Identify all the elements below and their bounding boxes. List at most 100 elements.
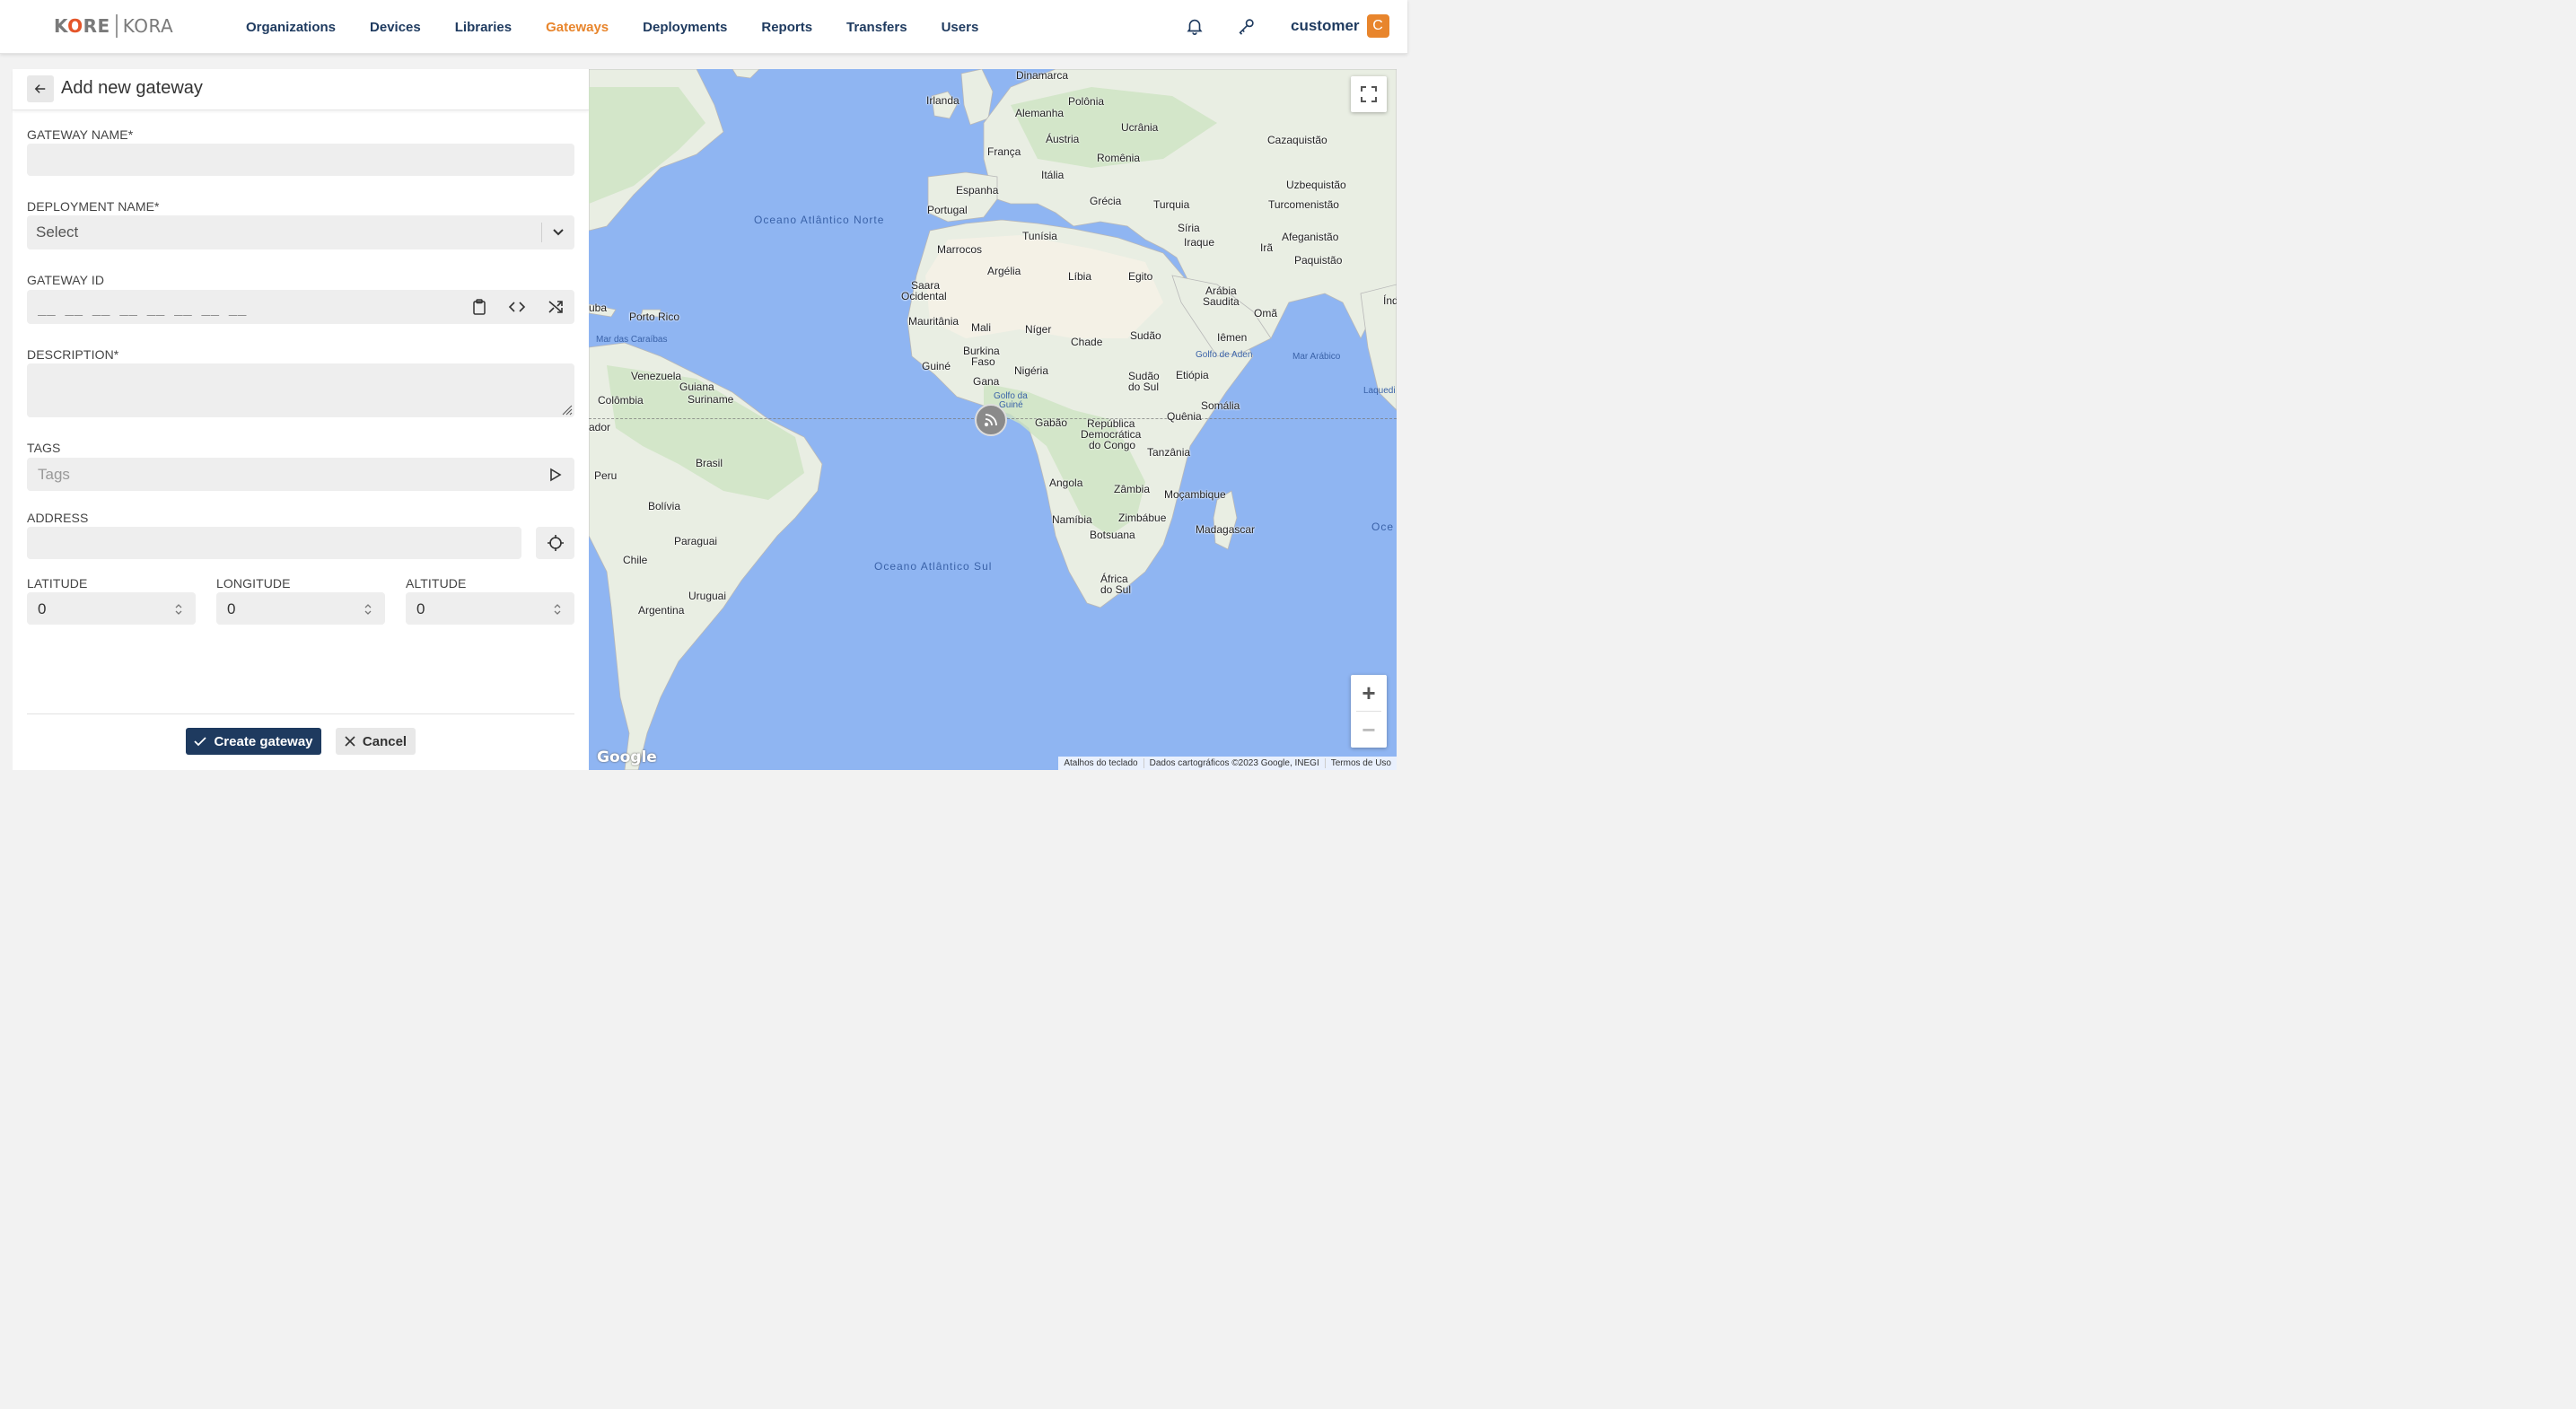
gateway-id-field[interactable]: __ __ __ __ __ __ __ __	[27, 290, 574, 324]
top-navigation-bar: KORE KORA Organizations Devices Librarie…	[0, 0, 1407, 54]
page-title: Add new gateway	[61, 78, 203, 98]
map-label: Mar das Caraíbas	[596, 335, 668, 345]
ocean-label: Oceano Atlântico Norte	[754, 214, 885, 226]
map-label: Botsuana	[1090, 529, 1135, 541]
stepper-icon[interactable]	[364, 602, 372, 617]
deployment-select[interactable]: Select	[27, 215, 574, 249]
add-gateway-panel: Add new gateway GATEWAY NAME* DEPLOYMENT…	[13, 69, 589, 770]
map-label: Namíbia	[1052, 513, 1092, 526]
tags-input[interactable]	[27, 458, 574, 491]
map-label: Venezuela	[631, 370, 682, 382]
map-label: Saudita	[1203, 295, 1240, 308]
map-label: Iraque	[1184, 236, 1215, 249]
zoom-in-button[interactable]: +	[1351, 675, 1387, 711]
nav-gateways[interactable]: Gateways	[546, 20, 609, 35]
stepper-icon[interactable]	[553, 602, 562, 617]
map-label: Marrocos	[937, 243, 983, 256]
cancel-button[interactable]: Cancel	[336, 728, 416, 755]
google-logo[interactable]: Google	[597, 748, 657, 766]
map-label: Síria	[1178, 222, 1200, 234]
zoom-out-button[interactable]: −	[1351, 712, 1387, 748]
map-label: Laquedi	[1363, 386, 1396, 396]
select-separator	[541, 223, 542, 242]
form-divider	[27, 713, 574, 714]
map-label: Tunísia	[1022, 230, 1057, 242]
fullscreen-button[interactable]	[1351, 76, 1387, 112]
gateway-name-field	[27, 144, 574, 176]
shuffle-icon[interactable]	[547, 298, 565, 316]
longitude-value: 0	[227, 600, 236, 617]
clipboard-icon[interactable]	[470, 298, 488, 316]
nav-devices[interactable]: Devices	[370, 20, 421, 35]
map-label: Colômbia	[598, 394, 644, 407]
locate-button[interactable]	[536, 527, 574, 559]
map-label: Golfo de Aden	[1196, 350, 1253, 360]
logo-separator	[115, 14, 118, 38]
bell-icon[interactable]	[1185, 16, 1206, 38]
fullscreen-icon	[1361, 86, 1377, 102]
deployment-name-label: DEPLOYMENT NAME*	[27, 199, 160, 214]
map-label: Uzbequistão	[1286, 179, 1346, 191]
map-label: Zimbábue	[1118, 512, 1167, 524]
map-label: Níger	[1025, 323, 1052, 336]
gateway-id-mask: __ __ __ __ __ __ __ __	[38, 299, 248, 316]
rss-signal-icon	[984, 414, 997, 427]
map-label: Mali	[971, 321, 992, 334]
map-label: Tanzânia	[1147, 446, 1191, 459]
map-label: do Sul	[1100, 583, 1132, 596]
resize-handle-icon[interactable]	[562, 405, 573, 416]
nav-deployments[interactable]: Deployments	[643, 20, 727, 35]
description-textarea[interactable]	[27, 363, 574, 417]
code-icon[interactable]	[508, 298, 526, 316]
map-label: Bolívia	[648, 500, 681, 512]
map-label: Porto Rico	[629, 311, 680, 323]
gateway-marker[interactable]	[975, 404, 1007, 436]
nav-transfers[interactable]: Transfers	[846, 20, 907, 35]
map-label: Angola	[1049, 477, 1083, 489]
terms-link[interactable]: Termos de Uso	[1324, 758, 1397, 768]
latitude-value: 0	[38, 600, 47, 617]
map-view[interactable]: Dinamarca Irlanda Polônia Alemanha Ucrân…	[589, 69, 1397, 770]
description-label: DESCRIPTION*	[27, 347, 119, 362]
map-label: Chade	[1071, 336, 1103, 348]
map-label: Alemanha	[1015, 107, 1065, 119]
key-icon[interactable]	[1237, 16, 1258, 38]
map-label: Egito	[1128, 270, 1153, 283]
nav-organizations[interactable]: Organizations	[246, 20, 336, 35]
map-label: Itália	[1041, 169, 1065, 181]
altitude-field[interactable]: 0	[406, 592, 574, 625]
deployment-select-value: Select	[36, 223, 79, 241]
longitude-field[interactable]: 0	[216, 592, 385, 625]
nav-reports[interactable]: Reports	[761, 20, 812, 35]
stepper-icon[interactable]	[174, 602, 183, 617]
kore-kora-logo[interactable]: KORE KORA	[54, 13, 173, 39]
latitude-field[interactable]: 0	[27, 592, 196, 625]
map-label: Líbia	[1068, 270, 1092, 283]
map-label: Turcomenistão	[1268, 198, 1339, 211]
back-button[interactable]	[27, 75, 54, 102]
map-label: Afeganistão	[1282, 231, 1339, 243]
create-gateway-button[interactable]: Create gateway	[186, 728, 321, 755]
nav-libraries[interactable]: Libraries	[455, 20, 512, 35]
map-label: Índ	[1383, 294, 1397, 307]
map-label: Romênia	[1097, 152, 1141, 164]
map-label: Mar Arábico	[1292, 352, 1341, 362]
map-label: Irlanda	[926, 94, 959, 107]
map-attribution: Atalhos do teclado Dados cartográficos ©…	[1058, 757, 1397, 770]
map-label: Mauritânia	[908, 315, 959, 328]
map-label: Nigéria	[1014, 364, 1049, 377]
map-label: Uruguai	[688, 590, 727, 602]
nav-users[interactable]: Users	[942, 20, 979, 35]
user-menu[interactable]: customer C	[1291, 14, 1389, 38]
altitude-label: ALTITUDE	[406, 576, 467, 591]
map-label: Gana	[973, 375, 1000, 388]
keyboard-shortcuts-link[interactable]: Atalhos do teclado	[1058, 758, 1143, 768]
map-label: Zâmbia	[1114, 483, 1151, 495]
gateway-name-input[interactable]	[27, 144, 574, 176]
panel-header: Add new gateway	[13, 69, 589, 110]
play-submit-icon[interactable]	[549, 468, 562, 482]
zoom-control: + −	[1351, 675, 1387, 748]
address-input[interactable]	[27, 527, 521, 559]
gateway-name-label: GATEWAY NAME*	[27, 127, 134, 142]
map-label: do Congo	[1089, 439, 1136, 451]
